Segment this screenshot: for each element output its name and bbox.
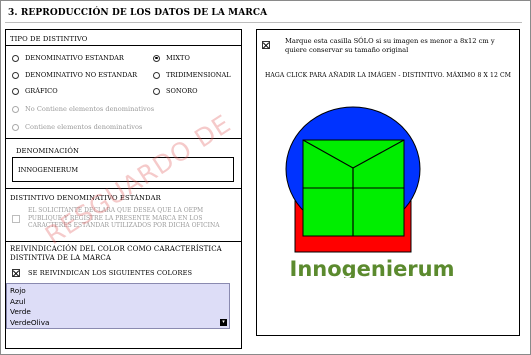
radio-label: No Contiene elementos denominativos — [25, 105, 155, 113]
radio-mixto[interactable]: MIXTO — [153, 54, 190, 62]
tipo-distintivo-header: TIPO DE DISTINTIVO — [10, 35, 88, 43]
radio-icon — [12, 123, 19, 131]
radio-icon — [153, 71, 160, 79]
radio-icon — [153, 87, 160, 95]
keep-size-text: Marque esta casilla SÓLO si su imagen es… — [285, 37, 495, 54]
list-item: Rojo — [10, 286, 26, 295]
radio-label: Contiene elementos denominativos — [25, 123, 143, 131]
radio-denominativo-estandar[interactable]: DENOMINATIVO ESTANDAR — [12, 54, 124, 62]
color-checkbox-label: SE REIVINDICAN LOS SIGUIENTES COLORES — [28, 269, 193, 277]
radio-label: TRIDIMENSIONAL — [166, 71, 231, 79]
divider — [6, 241, 241, 242]
add-image-link[interactable]: HAGA CLICK PARA AÑADIR LA IMÁGEN - DISTI… — [265, 71, 511, 80]
radio-label: GRÁFICO — [25, 87, 58, 95]
list-item: Azul — [10, 296, 26, 306]
radio-label: DENOMINATIVO ESTANDAR — [25, 54, 124, 62]
colors-listbox[interactable]: Rojo Azul Verde VerdeOliva ▾ — [6, 283, 230, 329]
radio-selected-icon — [153, 54, 160, 62]
radio-denominativo-no-estandar[interactable]: DENOMINATIVO NO ESTANDAR — [12, 71, 137, 79]
radio-tridimensional[interactable]: TRIDIMENSIONAL — [153, 71, 231, 79]
title-divider — [5, 22, 522, 23]
section-title: 3. REPRODUCCIÓN DE LOS DATOS DE LA MARCA — [8, 8, 268, 18]
radio-label: DENOMINATIVO NO ESTANDAR — [25, 71, 138, 79]
radio-icon — [12, 87, 19, 95]
color-checkbox[interactable] — [12, 269, 20, 277]
logo-text: Innogenierum — [290, 257, 455, 278]
radio-icon — [12, 105, 19, 113]
radio-sonoro[interactable]: SONORO — [153, 87, 197, 95]
radio-icon — [12, 71, 19, 79]
radio-label: SONORO — [166, 87, 198, 95]
divider — [6, 45, 241, 46]
radio-icon — [12, 54, 19, 62]
radio-label: MIXTO — [166, 54, 190, 62]
radio-grafico[interactable]: GRÁFICO — [12, 87, 58, 95]
keep-size-checkbox[interactable] — [262, 41, 270, 49]
image-panel: Marque esta casilla SÓLO si su imagen es… — [256, 29, 520, 336]
list-item: VerdeOliva — [10, 317, 50, 327]
estandar-checkbox[interactable] — [12, 215, 20, 223]
radio-contiene[interactable]: Contiene elementos denominativos — [12, 123, 142, 131]
radio-no-contiene[interactable]: No Contiene elementos denominativos — [12, 105, 154, 113]
color-header: REIVINDICACIÓN DEL COLOR COMO CARACTERÍS… — [10, 245, 222, 262]
list-item: Verde — [10, 307, 31, 316]
resize-handle-icon[interactable]: ▾ — [220, 319, 227, 326]
denominacion-header: DENOMINACIÓN — [16, 147, 80, 155]
trademark-image[interactable]: Innogenierum — [277, 106, 497, 278]
